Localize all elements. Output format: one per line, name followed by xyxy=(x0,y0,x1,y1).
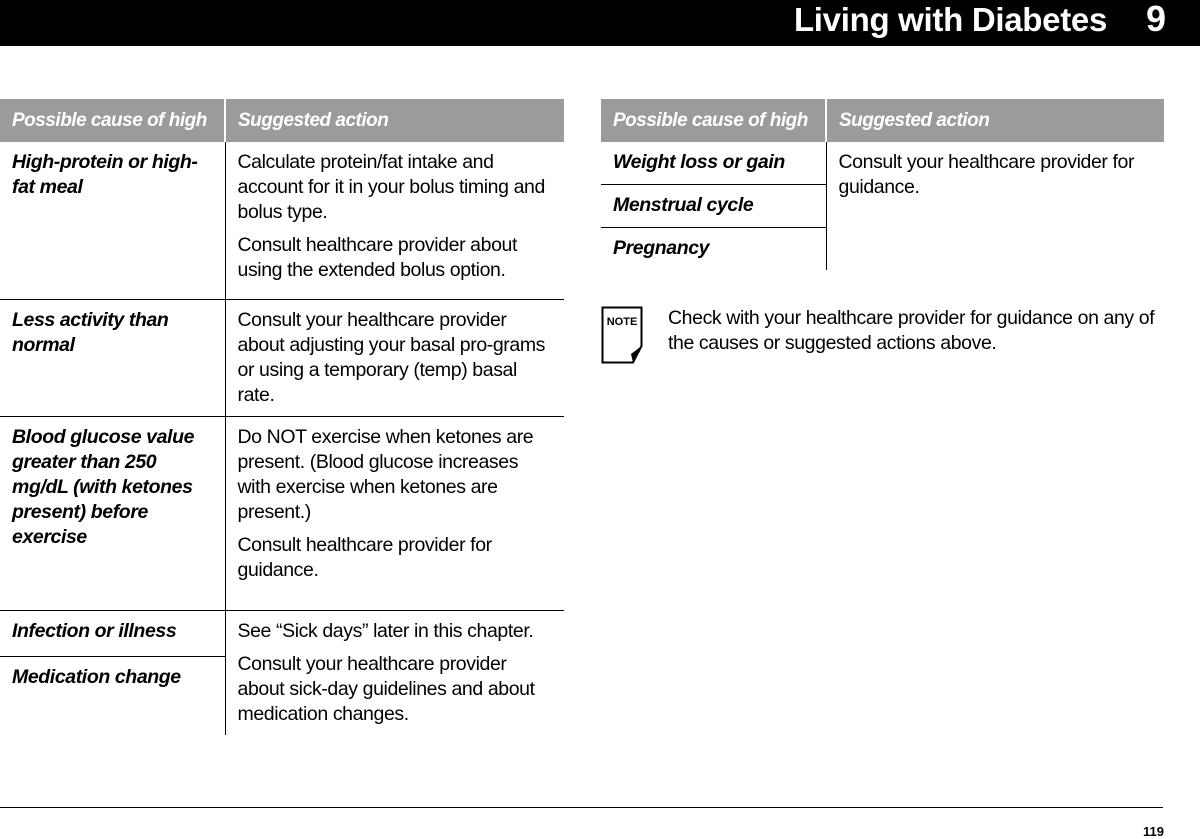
table-row: High-protein or high-fat meal Calculate … xyxy=(0,142,564,300)
cause-cell: Less activity than normal xyxy=(0,299,226,417)
table-row: Less activity than normal Consult your h… xyxy=(0,299,564,417)
footer-divider xyxy=(0,807,1163,808)
cause-cell: Infection or illness xyxy=(0,610,226,657)
chapter-number: 9 xyxy=(1145,0,1166,39)
page-number: 119 xyxy=(1143,824,1164,839)
causes-table-left: Possible cause of high Suggested action … xyxy=(0,99,564,735)
action-cell: Consult your healthcare provider for gui… xyxy=(826,142,1164,270)
column-header-action: Suggested action xyxy=(826,99,1164,142)
table-row: Blood glucose value greater than 250 mg/… xyxy=(0,416,564,611)
action-text: Do NOT exercise when ketones are present… xyxy=(237,426,534,523)
cause-cell: Blood glucose value greater than 250 mg/… xyxy=(0,416,226,611)
action-cell: See “Sick days” later in this chapter. C… xyxy=(225,611,564,736)
table-header-row: Possible cause of high Suggested action xyxy=(601,99,1164,142)
action-text: Consult your healthcare provider about s… xyxy=(237,653,536,725)
action-cell: Calculate protein/fat intake and account… xyxy=(225,142,564,300)
action-cell: Do NOT exercise when ketones are present… xyxy=(225,416,564,611)
note-icon: NOTE xyxy=(601,306,643,364)
action-text: Consult your healthcare provider about a… xyxy=(237,309,546,406)
cause-cell: Weight loss or gain xyxy=(601,142,827,185)
table-row: Infection or illness See “Sick days” lat… xyxy=(0,610,564,725)
cause-cell: Menstrual cycle xyxy=(601,184,827,228)
action-text: Consult your healthcare provider for gui… xyxy=(838,151,1135,198)
action-text: Calculate protein/fat intake and account… xyxy=(237,151,546,223)
column-header-action: Suggested action xyxy=(225,99,564,142)
note-icon-label: NOTE xyxy=(607,316,638,328)
cause-cell: Medication change xyxy=(0,656,226,735)
note-text: Check with your healthcare provider for … xyxy=(668,307,1155,354)
table-header-row: Possible cause of high Suggested action xyxy=(0,99,564,142)
cause-cell: High-protein or high-fat meal xyxy=(0,142,226,300)
action-text: See “Sick days” later in this chapter. xyxy=(237,620,534,642)
chapter-header-bar: Living with Diabetes 9 xyxy=(0,0,1200,46)
chapter-title: Living with Diabetes xyxy=(793,1,1107,38)
cause-cell: Pregnancy xyxy=(601,227,827,270)
action-cell: Consult your healthcare provider about a… xyxy=(225,299,564,417)
column-header-cause: Possible cause of high xyxy=(601,99,827,142)
action-text: Consult healthcare provider about using … xyxy=(237,234,518,281)
causes-table-right: Possible cause of high Suggested action … xyxy=(601,99,1164,270)
table-row: Weight loss or gain Consult your healthc… xyxy=(601,142,1164,198)
column-header-cause: Possible cause of high xyxy=(0,99,226,142)
action-text: Consult healthcare provider for guidance… xyxy=(237,534,493,581)
